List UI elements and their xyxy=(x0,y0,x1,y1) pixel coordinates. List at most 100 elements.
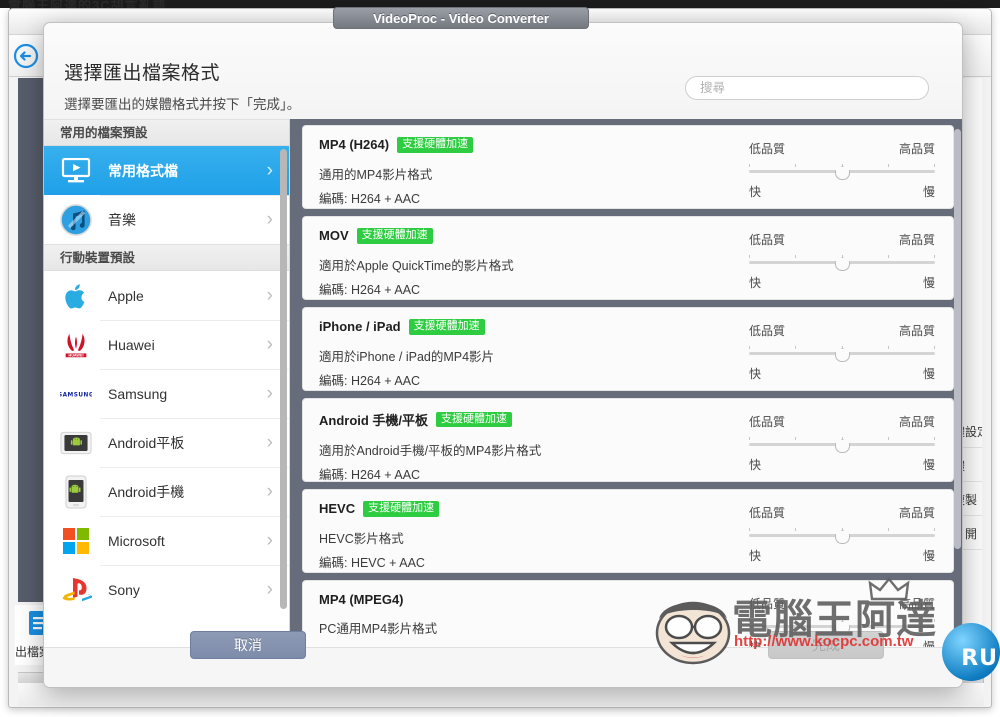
slider-thumb[interactable] xyxy=(835,439,850,453)
svg-text:SAMSUNG: SAMSUNG xyxy=(60,392,92,398)
quality-slider-group: 低品質 高品質 快 慢 xyxy=(749,231,935,290)
chevron-right-icon: › xyxy=(266,284,273,306)
quality-slider-group: 低品質 高品質 快 慢 xyxy=(749,322,935,381)
sidebar-item-sony[interactable]: Sony › xyxy=(44,565,289,614)
search-box[interactable] xyxy=(685,76,929,100)
speed-slow-label: 慢 xyxy=(922,276,935,290)
quality-high-label: 高品質 xyxy=(898,506,935,520)
quality-high-label: 高品質 xyxy=(898,233,935,247)
sidebar-item-label: Microsoft xyxy=(108,532,165,549)
slider-thumb[interactable] xyxy=(835,257,850,271)
format-card[interactable]: Android 手機/平板 支援硬體加速 適用於Android手機/平板的MP4… xyxy=(302,398,954,482)
speed-slow-label: 慢 xyxy=(922,367,935,381)
search-input[interactable] xyxy=(686,77,928,99)
sidebar-item-common-formats[interactable]: 常用格式檔 › xyxy=(44,146,289,195)
sidebar-item-android-phone[interactable]: Android手機 › xyxy=(44,467,289,516)
quality-slider[interactable] xyxy=(749,346,935,362)
quality-slider[interactable] xyxy=(749,528,935,544)
dialog-footer: 取消 完成 xyxy=(44,631,962,687)
svg-text:HUAWEI: HUAWEI xyxy=(68,353,83,357)
format-card[interactable]: MP4 (H264) 支援硬體加速 通用的MP4影片格式 編碼: H264 + … xyxy=(302,125,954,209)
sidebar-item-label: Sony xyxy=(108,581,140,598)
quality-low-label: 低品質 xyxy=(749,324,786,338)
speed-slow-label: 慢 xyxy=(922,458,935,472)
sidebar-group-mobile: 行動裝置預設 xyxy=(44,244,289,271)
sidebar-item-label: Android手機 xyxy=(108,483,185,500)
format-card[interactable]: MOV 支援硬體加速 適用於Apple QuickTime的影片格式 編碼: H… xyxy=(302,216,954,300)
quality-low-label: 低品質 xyxy=(749,597,786,611)
format-card[interactable]: HEVC 支援硬體加速 HEVC影片格式 編碼: HEVC + AAC 低品質 … xyxy=(302,489,954,573)
sidebar-item-label: Apple xyxy=(108,287,144,304)
huawei-logo-icon: HUAWEI xyxy=(60,329,92,361)
slider-thumb[interactable] xyxy=(835,348,850,362)
format-name: Android 手機/平板 xyxy=(319,413,429,428)
android-tablet-icon xyxy=(60,427,92,459)
quality-low-label: 低品質 xyxy=(749,142,786,156)
quality-high-label: 高品質 xyxy=(898,415,935,429)
sidebar-item-android-tablet[interactable]: Android平板 › xyxy=(44,418,289,467)
sidebar-item-apple[interactable]: Apple › xyxy=(44,271,289,320)
sidebar-item-label: 常用格式檔 xyxy=(108,162,178,179)
screen: 電腦王阿達的3C胡言亂語 返 體設定 體 複製 開 xyxy=(0,0,1000,717)
quality-slider[interactable] xyxy=(749,619,935,635)
speed-slow-label: 慢 xyxy=(922,549,935,563)
cancel-button[interactable]: 取消 xyxy=(190,631,306,659)
monitor-play-icon xyxy=(60,155,92,187)
chevron-right-icon: › xyxy=(266,333,273,355)
quality-low-label: 低品質 xyxy=(749,415,786,429)
hw-accel-badge: 支援硬體加速 xyxy=(408,319,485,335)
done-button[interactable]: 完成 xyxy=(768,631,884,659)
sidebar-item-huawei[interactable]: HUAWEI Huawei › xyxy=(44,320,289,369)
format-list-scrollbar[interactable] xyxy=(954,129,961,549)
slider-thumb[interactable] xyxy=(835,530,850,544)
page-subtitle: 選擇要匯出的媒體格式并按下「完成」。 xyxy=(64,97,301,112)
sidebar-item-microsoft[interactable]: Microsoft › xyxy=(44,516,289,565)
speed-fast-label: 快 xyxy=(749,458,762,472)
samsung-logo-icon: SAMSUNG xyxy=(60,378,92,410)
hw-accel-badge: 支援硬體加速 xyxy=(363,501,440,517)
chevron-right-icon: › xyxy=(266,578,273,600)
quality-slider-group: 低品質 高品質 快 慢 xyxy=(749,504,935,563)
chevron-right-icon: › xyxy=(266,431,273,453)
chevron-right-icon: › xyxy=(266,382,273,404)
speed-fast-label: 快 xyxy=(749,549,762,563)
microsoft-logo-icon xyxy=(60,525,92,557)
window-title-tab: VideoProc - Video Converter xyxy=(333,7,589,29)
chevron-right-icon: › xyxy=(266,529,273,551)
sidebar-item-music[interactable]: 音樂 › xyxy=(44,195,289,244)
hw-accel-badge: 支援硬體加速 xyxy=(356,228,433,244)
sidebar-group-common: 常用的檔案預設 xyxy=(44,119,289,146)
quality-low-label: 低品質 xyxy=(749,506,786,520)
format-card[interactable]: iPhone / iPad 支援硬體加速 適用於iPhone / iPad的MP… xyxy=(302,307,954,391)
chevron-right-icon: › xyxy=(266,208,273,230)
hw-accel-badge: 支援硬體加速 xyxy=(436,411,513,428)
format-name: MP4 (MPEG4) xyxy=(319,592,404,607)
preset-sidebar[interactable]: 常用的檔案預設 常用格式檔 › 音樂 › 行動裝置預設 Apple › HUAW… xyxy=(44,119,290,649)
sidebar-item-samsung[interactable]: SAMSUNG Samsung › xyxy=(44,369,289,418)
slider-thumb[interactable] xyxy=(835,166,850,180)
speed-fast-label: 快 xyxy=(749,367,762,381)
sidebar-item-label: 音樂 xyxy=(108,211,136,228)
quality-slider[interactable] xyxy=(749,164,935,180)
page-title: 選擇匯出檔案格式 xyxy=(64,63,221,84)
playstation-logo-icon xyxy=(60,574,92,606)
back-arrow-icon[interactable] xyxy=(12,42,40,70)
quality-slider[interactable] xyxy=(749,437,935,453)
format-list: MP4 (H264) 支援硬體加速 通用的MP4影片格式 編碼: H264 + … xyxy=(290,119,962,649)
format-name: MP4 (H264) xyxy=(319,137,390,153)
speed-fast-label: 快 xyxy=(749,185,762,199)
apple-logo-icon xyxy=(60,280,92,312)
speed-fast-label: 快 xyxy=(749,276,762,290)
sidebar-scrollbar[interactable] xyxy=(280,149,287,609)
orb-label: RU xyxy=(961,646,998,671)
quality-slider[interactable] xyxy=(749,255,935,271)
music-note-icon xyxy=(60,203,92,236)
hw-accel-badge: 支援硬體加速 xyxy=(397,137,474,153)
dialog-header: 選擇匯出檔案格式 選擇要匯出的媒體格式并按下「完成」。 xyxy=(44,23,962,119)
speed-slow-label: 慢 xyxy=(922,185,935,199)
android-phone-icon xyxy=(60,475,92,508)
quality-low-label: 低品質 xyxy=(749,233,786,247)
quality-high-label: 高品質 xyxy=(898,597,935,611)
format-name: MOV xyxy=(319,228,349,244)
chevron-right-icon: › xyxy=(266,480,273,502)
